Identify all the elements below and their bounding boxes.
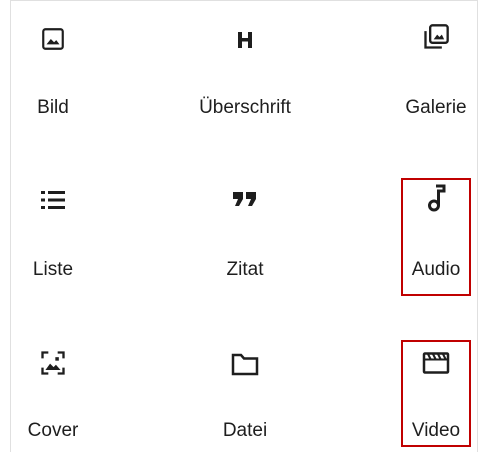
block-zitat[interactable]: Zitat: [170, 163, 320, 313]
block-label: Datei: [222, 420, 268, 441]
highlight-box-audio: [401, 178, 471, 296]
block-label: Zitat: [226, 259, 264, 280]
file-icon: [230, 349, 260, 379]
block-liste[interactable]: Liste: [0, 163, 128, 313]
block-galerie[interactable]: Galerie: [361, 0, 478, 150]
list-icon: [38, 185, 68, 215]
block-label: Galerie: [405, 97, 467, 118]
block-bild[interactable]: Bild: [0, 0, 128, 150]
block-cover[interactable]: Cover: [0, 325, 128, 475]
quote-icon: [230, 184, 260, 214]
heading-icon: [230, 25, 260, 55]
block-label: Überschrift: [199, 97, 291, 118]
image-icon: [38, 24, 68, 54]
gallery-icon: [421, 22, 451, 52]
block-label: Liste: [32, 259, 74, 280]
block-label: Cover: [27, 420, 79, 441]
block-label: Bild: [37, 97, 69, 118]
highlight-box-video: [401, 340, 471, 447]
block-ueberschrift[interactable]: Überschrift: [170, 0, 320, 150]
block-datei[interactable]: Datei: [170, 325, 320, 475]
cover-icon: [38, 348, 68, 378]
